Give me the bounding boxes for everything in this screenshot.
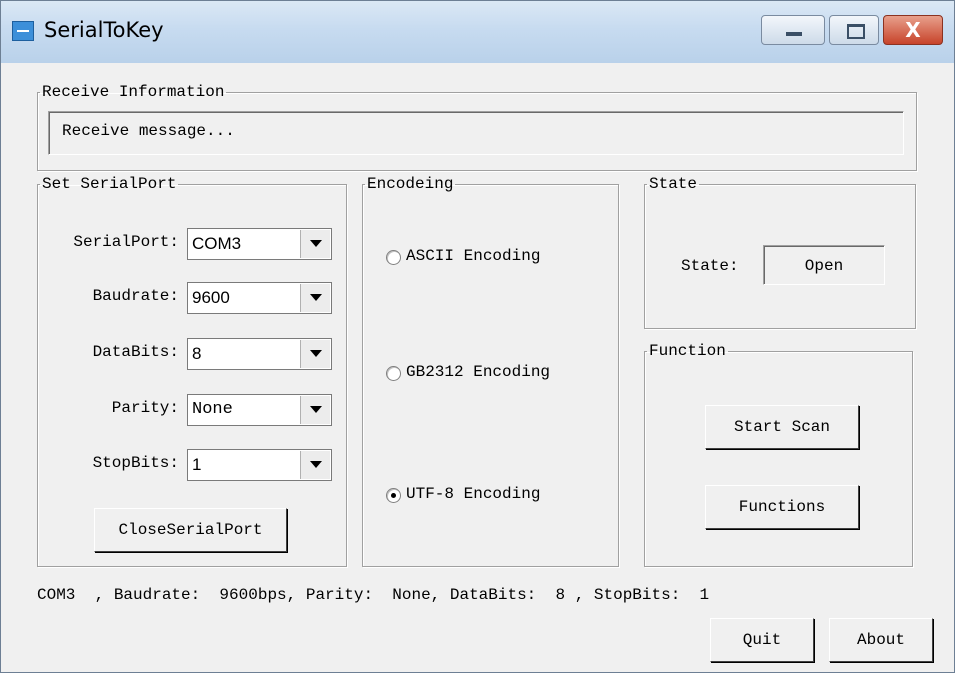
about-button[interactable]: About (829, 618, 933, 662)
parity-select[interactable]: None (187, 394, 332, 426)
utf8-encoding-radio[interactable] (386, 488, 401, 503)
window-title: SerialToKey (44, 18, 164, 42)
stopbits-select-value: 1 (192, 455, 202, 474)
receive-information-legend: Receive Information (42, 83, 225, 101)
title-bar[interactable]: SerialToKey X (1, 1, 954, 63)
chevron-down-icon[interactable] (300, 340, 330, 368)
databits-select[interactable]: 8 (187, 338, 332, 370)
gb2312-encoding-label: GB2312 Encoding (406, 363, 551, 381)
baudrate-label: Baudrate: (92, 287, 179, 305)
state-value-box: Open (763, 245, 885, 285)
databits-label: DataBits: (92, 343, 179, 361)
chevron-down-icon[interactable] (300, 451, 330, 479)
chevron-down-icon[interactable] (300, 284, 330, 312)
function-legend: Function (649, 342, 726, 360)
chevron-down-icon[interactable] (300, 396, 330, 424)
close-button[interactable]: X (883, 15, 943, 45)
encoding-legend: Encodeing (367, 175, 454, 193)
state-value: Open (804, 257, 844, 275)
close-icon: X (905, 18, 921, 42)
chevron-down-icon[interactable] (300, 230, 330, 258)
close-serialport-button[interactable]: CloseSerialPort (94, 508, 287, 552)
app-window: SerialToKey X Receive Information Receiv… (0, 0, 955, 673)
minimize-button[interactable] (761, 15, 825, 45)
start-scan-button[interactable]: Start Scan (705, 405, 859, 449)
ascii-encoding-radio[interactable] (386, 250, 401, 265)
set-serialport-legend: Set SerialPort (42, 175, 177, 193)
parity-select-value: None (192, 400, 233, 419)
quit-button[interactable]: Quit (710, 618, 814, 662)
baudrate-select[interactable]: 9600 (187, 282, 332, 314)
parity-label: Parity: (111, 399, 179, 417)
state-label: State: (681, 257, 739, 275)
serialport-select[interactable]: COM3 (187, 228, 332, 260)
ascii-encoding-label: ASCII Encoding (406, 247, 541, 265)
status-line: COM3 , Baudrate: 9600bps, Parity: None, … (37, 586, 710, 604)
receive-message-box: Receive message... (48, 111, 904, 155)
state-legend: State (649, 175, 698, 193)
baudrate-select-value: 9600 (192, 288, 230, 307)
minimize-icon (786, 32, 802, 36)
maximize-icon (847, 24, 865, 39)
gb2312-encoding-radio[interactable] (386, 366, 401, 381)
stopbits-select[interactable]: 1 (187, 449, 332, 481)
maximize-button[interactable] (829, 15, 879, 45)
function-group: Function (644, 342, 913, 567)
databits-select-value: 8 (192, 344, 202, 363)
serialport-label: SerialPort: (73, 233, 179, 251)
receive-message-text: Receive message... (62, 122, 235, 140)
app-icon (12, 21, 34, 41)
stopbits-label: StopBits: (92, 454, 179, 472)
functions-button[interactable]: Functions (705, 485, 859, 529)
serialport-select-value: COM3 (192, 234, 242, 253)
utf8-encoding-label: UTF-8 Encoding (406, 485, 541, 503)
